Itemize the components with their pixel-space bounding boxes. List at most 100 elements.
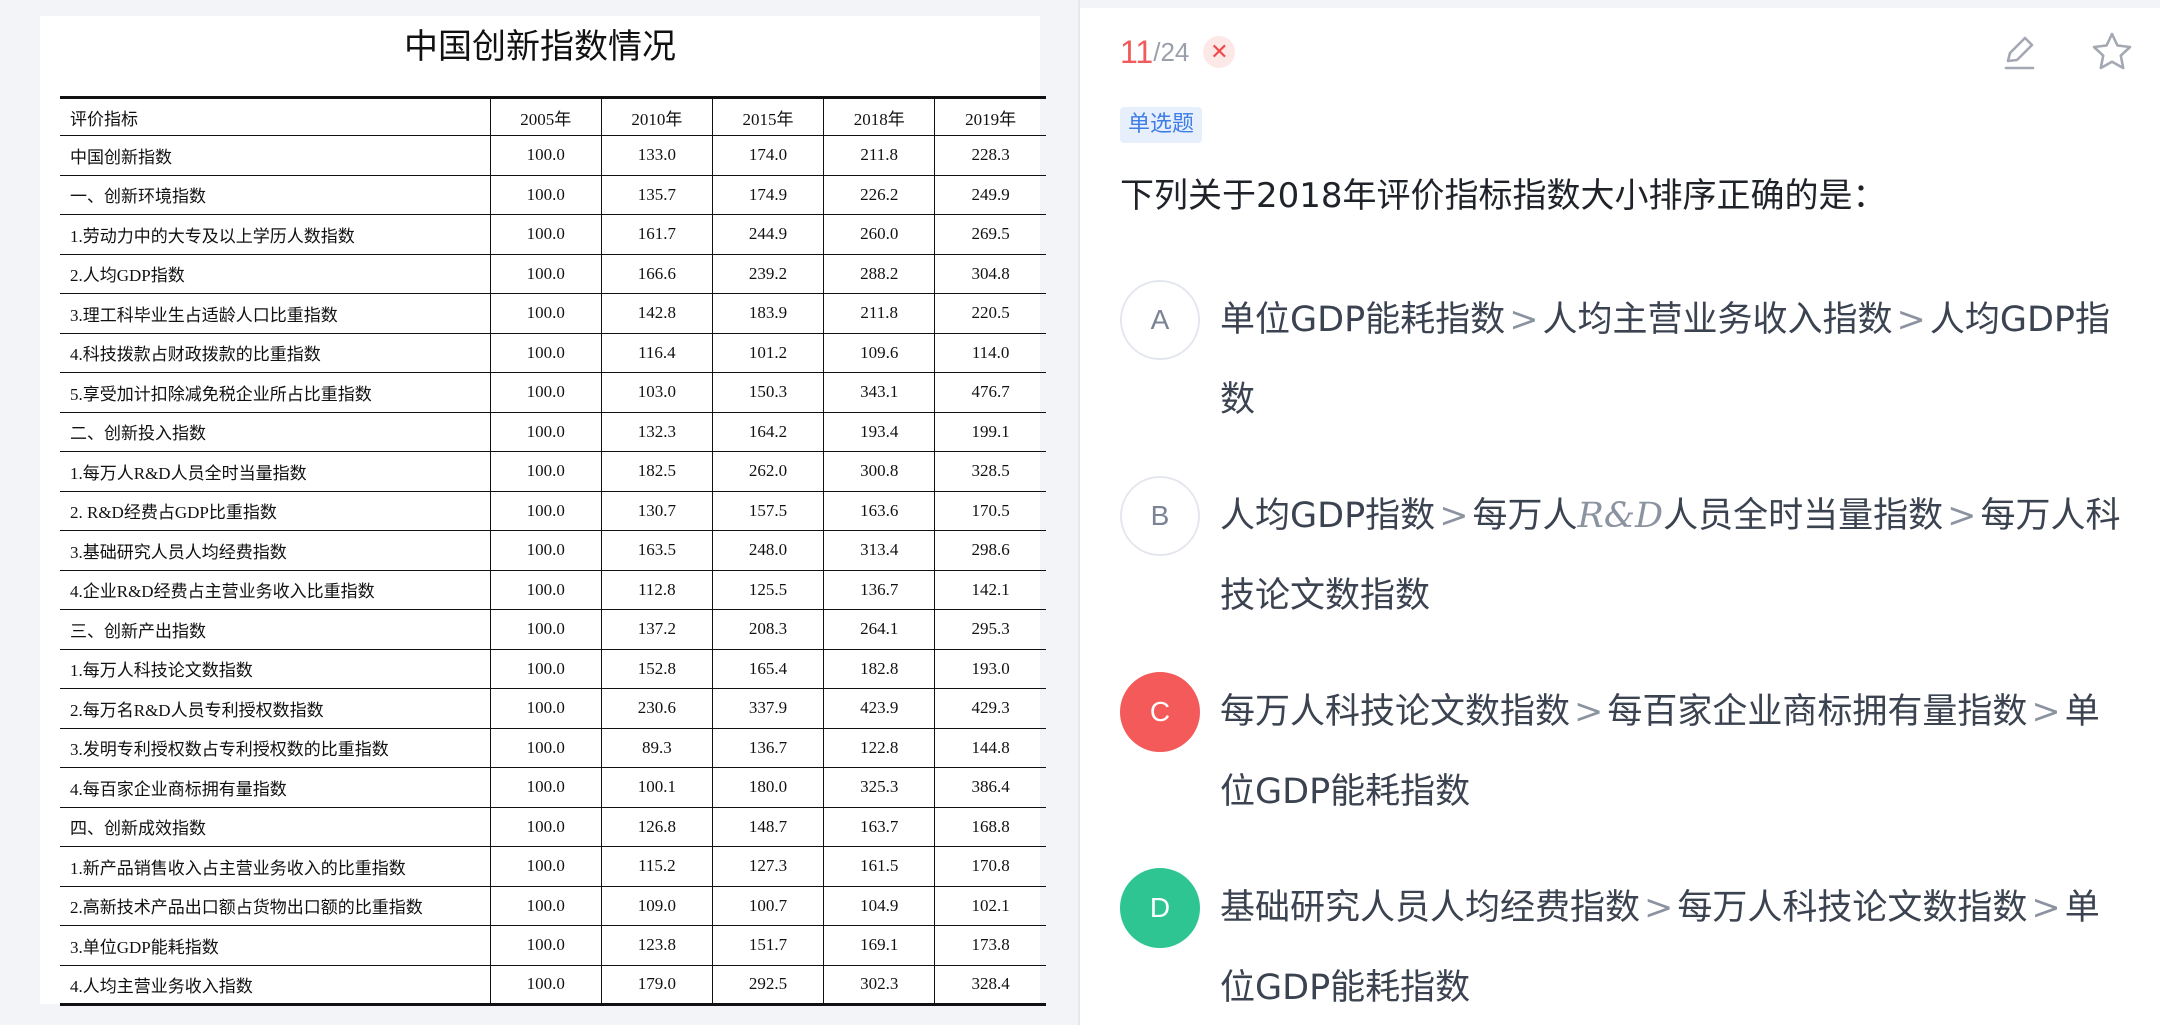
- indicator-name-cell: 中国创新指数: [60, 135, 491, 176]
- option-text: 单位GDP能耗指数 > 人均主营业务收入指数 > 人均GDP指数: [1220, 280, 2130, 440]
- option-d[interactable]: D 基础研究人员人均经费指数 > 每万人科技论文数指数 > 单位GDP能耗指数: [1120, 868, 2130, 1025]
- index-value-cell: 260.0: [823, 214, 935, 255]
- index-value-cell: 182.8: [823, 649, 935, 689]
- index-value-cell: 137.2: [600, 609, 713, 650]
- index-value-cell: 112.8: [600, 570, 713, 610]
- table-row: 2.人均GDP指数 100.0 166.6 239.2 288.2 304.8: [60, 254, 1046, 294]
- index-value-cell: 248.0: [711, 530, 824, 571]
- option-letter-correct[interactable]: D: [1120, 868, 1200, 948]
- index-value-cell: 262.0: [711, 451, 824, 492]
- indicator-name-cell: 2.每万名R&D人员专利授权数指数: [60, 688, 491, 729]
- wrong-x-icon: ✕: [1203, 36, 1236, 68]
- greater-than-sign: >: [1509, 300, 1539, 340]
- index-value-cell: 269.5: [934, 214, 1046, 255]
- index-value-cell: 211.8: [823, 135, 935, 176]
- index-value-cell: 100.0: [489, 570, 602, 610]
- option-b[interactable]: B 人均GDP指数 > 每万人R&D人员全时当量指数 > 每万人科技论文数指数: [1120, 476, 2130, 636]
- index-value-cell: 132.3: [600, 412, 713, 452]
- indicator-name-cell: 4.每百家企业商标拥有量指数: [60, 767, 491, 808]
- table-row: 3.单位GDP能耗指数 100.0 123.8 151.7 169.1 173.8: [60, 925, 1046, 966]
- option-a[interactable]: A 单位GDP能耗指数 > 人均主营业务收入指数 > 人均GDP指数: [1120, 280, 2130, 440]
- indicator-name-cell: 2.人均GDP指数: [60, 254, 491, 294]
- indicator-name-cell: 1.新产品销售收入占主营业务收入的比重指数: [60, 846, 491, 887]
- column-header: 2015年: [711, 97, 824, 136]
- index-value-cell: 298.6: [934, 530, 1046, 571]
- indicator-name-cell: 2.高新技术产品出口额占货物出口额的比重指数: [60, 886, 491, 926]
- index-value-cell: 168.8: [934, 807, 1046, 847]
- table-row: 2.高新技术产品出口额占货物出口额的比重指数 100.0 109.0 100.7 104…: [60, 886, 1046, 926]
- index-value-cell: 228.3: [934, 135, 1046, 176]
- index-value-cell: 169.1: [823, 925, 935, 966]
- index-value-cell: 179.0: [600, 965, 713, 1005]
- document-page: 中国创新指数情况 评价指标 2005年 2010年 2015年 2018年 20…: [40, 16, 1046, 1006]
- index-value-cell: 226.2: [823, 175, 935, 215]
- option-term: 人员全时当量指数: [1663, 496, 1944, 536]
- star-icon[interactable]: [2088, 28, 2136, 76]
- index-value-cell: 244.9: [711, 214, 824, 255]
- document-title: 中国创新指数情况: [404, 27, 676, 67]
- index-value-cell: 100.0: [489, 293, 602, 334]
- index-value-cell: 123.8: [600, 925, 713, 966]
- option-term: 单位GDP能耗指数: [1220, 300, 1506, 340]
- index-value-cell: 130.7: [600, 491, 713, 531]
- index-value-cell: 325.3: [823, 767, 935, 808]
- indicator-name-cell: 5.享受加计扣除减免税企业所占比重指数: [60, 372, 491, 413]
- index-value-cell: 109.6: [823, 333, 935, 373]
- math-rd-text: R&D: [1577, 496, 1664, 536]
- option-text: 每万人科技论文数指数 > 每百家企业商标拥有量指数 > 单位GDP能耗指数: [1220, 672, 2130, 832]
- index-value-cell: 151.7: [711, 925, 824, 966]
- index-value-cell: 136.7: [711, 728, 824, 768]
- index-value-cell: 182.5: [600, 451, 713, 492]
- table-row: 5.享受加计扣除减免税企业所占比重指数 100.0 103.0 150.3 343.1 4…: [60, 372, 1046, 413]
- index-value-cell: 163.7: [823, 807, 935, 847]
- index-value-cell: 114.0: [934, 333, 1046, 373]
- index-value-cell: 142.8: [600, 293, 713, 334]
- index-value-cell: 100.0: [489, 135, 602, 176]
- index-value-cell: 100.0: [489, 886, 602, 926]
- indicator-name-cell: 3.理工科毕业生占适龄人口比重指数: [60, 293, 491, 334]
- index-value-cell: 126.8: [600, 807, 713, 847]
- index-value-cell: 166.6: [600, 254, 713, 294]
- table-row: 1.每万人科技论文数指数 100.0 152.8 165.4 182.8 193.0: [60, 649, 1046, 689]
- option-c[interactable]: C 每万人科技论文数指数 > 每百家企业商标拥有量指数 > 单位GDP能耗指数: [1120, 672, 2130, 832]
- option-term: 每万人科技论文数指数: [1220, 692, 1571, 732]
- table-row: 4.企业R&D经费占主营业务收入比重指数 100.0 112.8 125.5 136.7…: [60, 570, 1046, 610]
- top-strip: [1080, 0, 2160, 8]
- table-row: 二、创新投入指数 100.0 132.3 164.2 193.4 199.1: [60, 412, 1046, 452]
- table-body: 中国创新指数 100.0 133.0 174.0 211.8 228.3 一、创新环境指数 1…: [60, 135, 1046, 1005]
- index-value-cell: 100.0: [489, 767, 602, 808]
- table-row: 3.基础研究人员人均经费指数 100.0 163.5 248.0 313.4 298.6: [60, 530, 1046, 571]
- index-value-cell: 100.0: [489, 688, 602, 729]
- table-row: 2.每万名R&D人员专利授权数指数 100.0 230.6 337.9 423.9 429…: [60, 688, 1046, 729]
- greater-than-sign: >: [1896, 300, 1926, 340]
- index-value-cell: 292.5: [711, 965, 824, 1005]
- index-value-cell: 100.0: [489, 728, 602, 768]
- index-value-cell: 136.7: [823, 570, 935, 610]
- index-value-cell: 170.5: [934, 491, 1046, 531]
- column-header: 2010年: [600, 97, 713, 136]
- indicator-name-cell: 1.每万人科技论文数指数: [60, 649, 491, 689]
- index-value-cell: 100.0: [489, 491, 602, 531]
- index-value-cell: 157.5: [711, 491, 824, 531]
- table-row: 四、创新成效指数 100.0 126.8 148.7 163.7 168.8: [60, 807, 1046, 847]
- index-value-cell: 193.4: [823, 412, 935, 452]
- index-value-cell: 343.1: [823, 372, 935, 413]
- option-letter-wrong[interactable]: C: [1120, 672, 1200, 752]
- index-value-cell: 104.9: [823, 886, 935, 926]
- index-value-cell: 127.3: [711, 846, 824, 887]
- index-value-cell: 135.7: [600, 175, 713, 215]
- index-value-cell: 295.3: [934, 609, 1046, 650]
- index-value-cell: 328.5: [934, 451, 1046, 492]
- index-value-cell: 230.6: [600, 688, 713, 729]
- option-letter[interactable]: A: [1120, 280, 1200, 360]
- table-row: 一、创新环境指数 100.0 135.7 174.9 226.2 249.9: [60, 175, 1046, 215]
- index-value-cell: 313.4: [823, 530, 935, 571]
- index-value-cell: 161.5: [823, 846, 935, 887]
- total-questions: 24: [1160, 36, 1190, 67]
- table-header-row: 评价指标 2005年 2010年 2015年 2018年 2019年: [60, 97, 1046, 136]
- option-letter[interactable]: B: [1120, 476, 1200, 556]
- pencil-icon[interactable]: [1995, 28, 2043, 76]
- index-value-cell: 89.3: [600, 728, 713, 768]
- index-value-cell: 100.0: [489, 609, 602, 650]
- index-value-cell: 161.7: [600, 214, 713, 255]
